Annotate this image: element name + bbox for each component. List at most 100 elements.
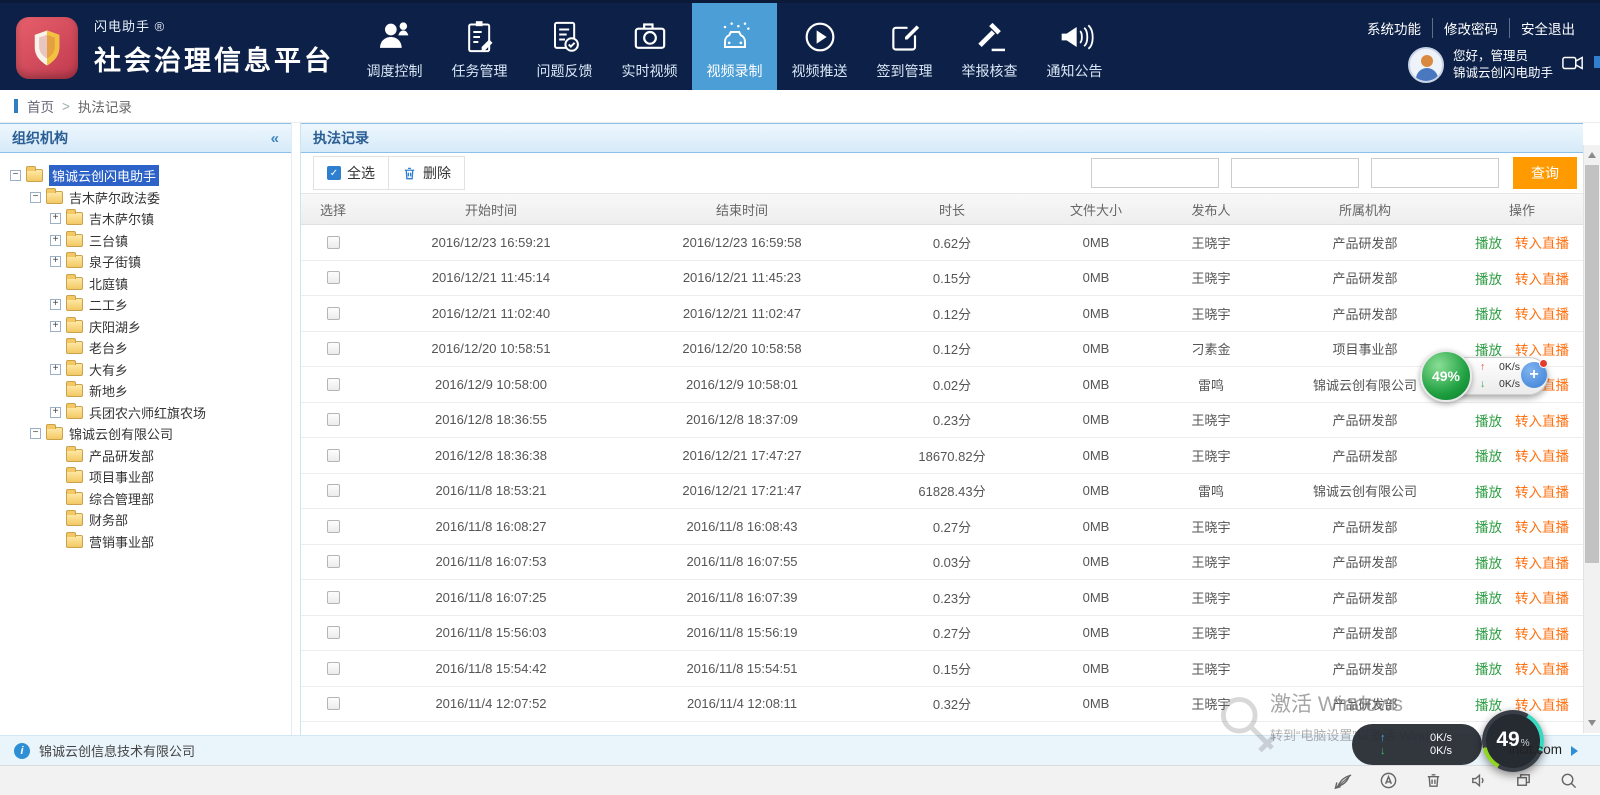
trash-icon[interactable] (1424, 771, 1443, 790)
vertical-scrollbar[interactable] (1583, 145, 1600, 733)
to-live-link[interactable]: 转入直播 (1515, 268, 1569, 288)
link-change-password[interactable]: 修改密码 (1432, 18, 1509, 38)
tree-node[interactable]: 泉子街镇 (40, 251, 291, 273)
tree-node[interactable]: 北庭镇 (40, 273, 291, 295)
play-link[interactable]: 播放 (1475, 445, 1502, 465)
to-live-link[interactable]: 转入直播 (1515, 516, 1569, 536)
tree-expander-icon[interactable] (30, 192, 41, 203)
row-checkbox[interactable] (327, 236, 340, 249)
breadcrumb-home[interactable]: 首页 (27, 96, 54, 116)
tree-node[interactable]: 吉木萨尔镇 (40, 208, 291, 230)
rocket-boost-icon[interactable] (1334, 771, 1353, 790)
scroll-down-icon[interactable] (1584, 715, 1600, 731)
delete-button[interactable]: 删除 (388, 156, 465, 190)
tree-expander-icon[interactable] (50, 299, 61, 310)
tree-node[interactable]: 营销事业部 (40, 531, 291, 553)
play-link[interactable]: 播放 (1475, 232, 1502, 252)
tree-node-label[interactable]: 二工乡 (89, 295, 128, 314)
row-checkbox[interactable] (327, 449, 340, 462)
nav-issue-feedback[interactable]: 问题反馈 (522, 3, 607, 93)
collapse-panel-icon[interactable]: « (271, 130, 279, 147)
nav-realtime-video[interactable]: 实时视频 (607, 3, 692, 93)
tree-node-label[interactable]: 产品研发部 (89, 446, 154, 465)
to-live-link[interactable]: 转入直播 (1515, 445, 1569, 465)
row-checkbox[interactable] (327, 342, 340, 355)
tree-expander-icon[interactable] (50, 235, 61, 246)
scroll-up-icon[interactable] (1584, 147, 1600, 163)
nav-video-push[interactable]: 视频推送 (777, 3, 862, 93)
tree-expander-icon[interactable] (50, 364, 61, 375)
search-zoom-icon[interactable] (1559, 771, 1578, 790)
row-checkbox[interactable] (327, 413, 340, 426)
tree-node-label[interactable]: 大有乡 (89, 360, 128, 379)
corner-speed-pill[interactable]: ↑0K/s ↓0K/s (1352, 724, 1482, 765)
play-link[interactable]: 播放 (1475, 516, 1502, 536)
tree-expander-icon[interactable] (50, 321, 61, 332)
tree-node[interactable]: 产品研发部 (40, 445, 291, 467)
tree-expander-icon[interactable] (50, 256, 61, 267)
speed-widget-percent-badge[interactable]: 49% (1420, 350, 1472, 402)
row-checkbox[interactable] (327, 697, 340, 710)
row-checkbox[interactable] (327, 484, 340, 497)
tree-node[interactable]: 新地乡 (40, 380, 291, 402)
nav-notice[interactable]: 通知公告 (1032, 3, 1117, 93)
tree-node[interactable]: 财务部 (40, 509, 291, 531)
to-live-link[interactable]: 转入直播 (1515, 623, 1569, 643)
to-live-link[interactable]: 转入直播 (1515, 410, 1569, 430)
play-link[interactable]: 播放 (1475, 268, 1502, 288)
tree-node-label[interactable]: 北庭镇 (89, 274, 128, 293)
tree-node-label[interactable]: 吉木萨尔镇 (89, 209, 154, 228)
play-link[interactable]: 播放 (1475, 410, 1502, 430)
play-link[interactable]: 播放 (1475, 552, 1502, 572)
row-checkbox[interactable] (327, 378, 340, 391)
to-live-link[interactable]: 转入直播 (1515, 658, 1569, 678)
tree-expander-icon[interactable] (30, 428, 41, 439)
filter-input-3[interactable] (1371, 158, 1499, 188)
tree-node[interactable]: 庆阳湖乡 (40, 316, 291, 338)
row-checkbox[interactable] (327, 307, 340, 320)
tree-node[interactable]: 锦诚云创闪电助手 (0, 165, 291, 187)
play-link[interactable]: 播放 (1475, 587, 1502, 607)
tree-node[interactable]: 二工乡 (40, 294, 291, 316)
to-live-link[interactable]: 转入直播 (1515, 552, 1569, 572)
site-expand-icon[interactable] (1571, 746, 1578, 756)
tree-node-label[interactable]: 项目事业部 (89, 467, 154, 486)
tree-node-label[interactable]: 老台乡 (89, 338, 128, 357)
nav-video-record[interactable]: 视频录制 (692, 3, 777, 93)
filter-input-1[interactable] (1091, 158, 1219, 188)
play-link[interactable]: 播放 (1475, 658, 1502, 678)
row-checkbox[interactable] (327, 555, 340, 568)
to-live-link[interactable]: 转入直播 (1515, 303, 1569, 323)
scrollbar-thumb[interactable] (1585, 165, 1599, 563)
tree-node[interactable]: 大有乡 (40, 359, 291, 381)
tree-node[interactable]: 综合管理部 (40, 488, 291, 510)
tree-node-label[interactable]: 吉木萨尔政法委 (69, 188, 160, 207)
nav-dispatch-control[interactable]: 调度控制 (352, 3, 437, 93)
play-link[interactable]: 播放 (1475, 303, 1502, 323)
row-checkbox[interactable] (327, 626, 340, 639)
restore-window-icon[interactable] (1514, 771, 1533, 790)
to-live-link[interactable]: 转入直播 (1515, 481, 1569, 501)
tree-node-label[interactable]: 营销事业部 (89, 532, 154, 551)
avatar[interactable] (1408, 47, 1444, 83)
tree-node[interactable]: 锦诚云创有限公司 (20, 423, 291, 445)
tree-expander-icon[interactable] (50, 213, 61, 224)
speaker-icon[interactable] (1469, 771, 1488, 790)
tree-node[interactable]: 老台乡 (40, 337, 291, 359)
select-all-button[interactable]: ✓ 全选 (313, 156, 389, 190)
compass-accelerate-icon[interactable] (1379, 771, 1398, 790)
play-link[interactable]: 播放 (1475, 694, 1502, 714)
row-checkbox[interactable] (327, 591, 340, 604)
tree-node-label[interactable]: 财务部 (89, 510, 128, 529)
query-button[interactable]: 查询 (1513, 157, 1577, 189)
link-system-functions[interactable]: 系统功能 (1356, 18, 1432, 38)
play-link[interactable]: 播放 (1475, 623, 1502, 643)
tree-node-label[interactable]: 锦诚云创有限公司 (69, 424, 173, 443)
nav-report-verify[interactable]: 举报核查 (947, 3, 1032, 93)
link-logout[interactable]: 安全退出 (1509, 18, 1586, 38)
tree-node-label[interactable]: 庆阳湖乡 (89, 317, 141, 336)
play-link[interactable]: 播放 (1475, 481, 1502, 501)
site-link[interactable]: incit.com (1509, 742, 1562, 757)
filter-input-2[interactable] (1231, 158, 1359, 188)
corner-percent-badge[interactable]: 49 % (1482, 710, 1544, 772)
